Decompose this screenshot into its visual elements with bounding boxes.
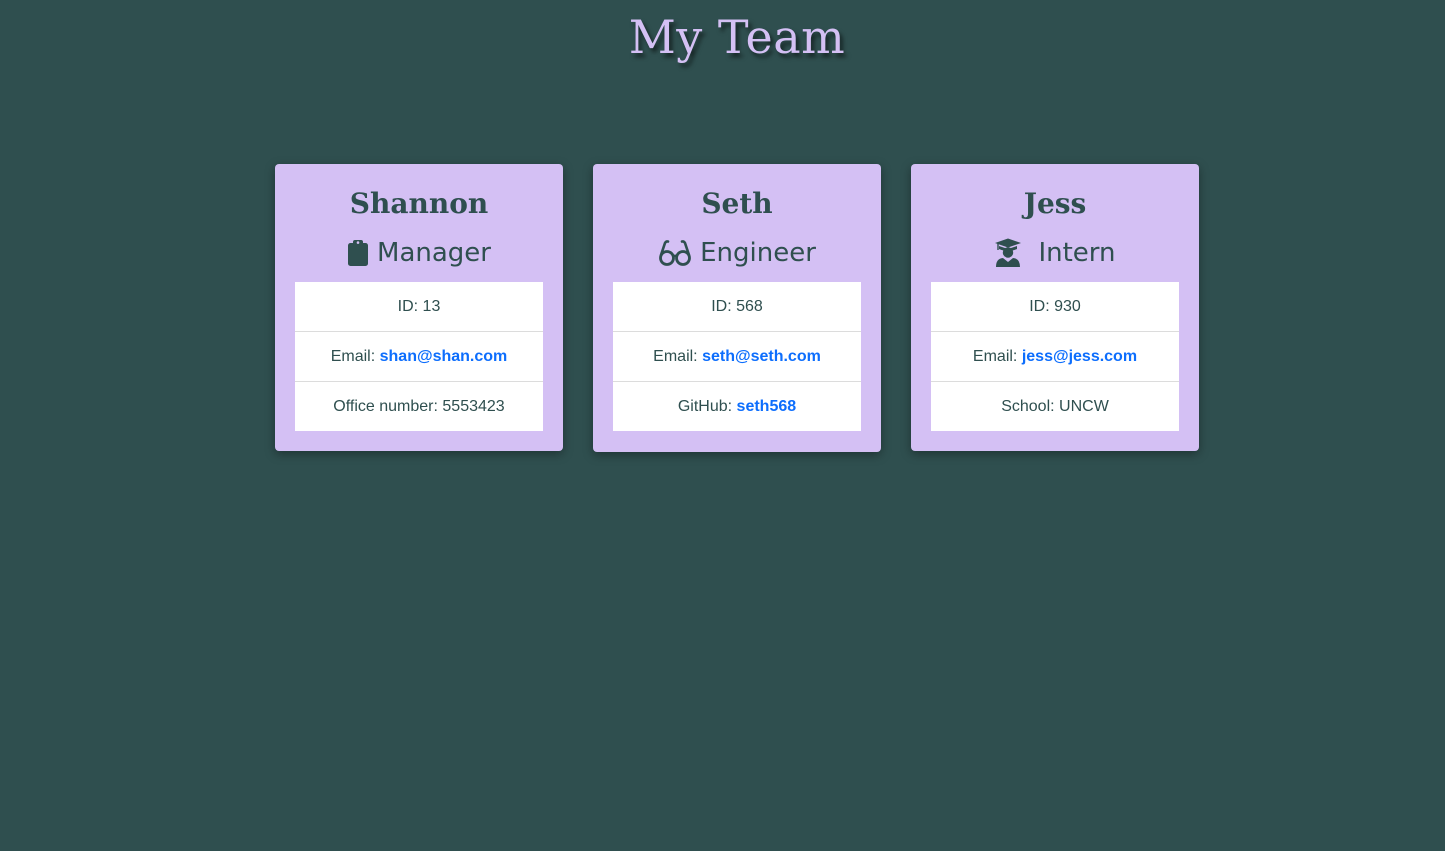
employee-role: Manager bbox=[295, 230, 543, 276]
employee-name: Seth bbox=[701, 187, 773, 220]
employee-role: Intern bbox=[931, 230, 1179, 276]
github-link[interactable]: seth568 bbox=[737, 398, 797, 415]
id-row: ID: 568 bbox=[613, 282, 861, 332]
school-value: UNCW bbox=[1059, 398, 1109, 415]
id-label: ID: bbox=[397, 298, 419, 315]
id-value: 13 bbox=[422, 298, 441, 315]
employee-role: Engineer bbox=[613, 230, 861, 276]
info-list: ID: 930 Email: jess@jess.com School: UNC… bbox=[931, 282, 1179, 431]
page-title: My Team bbox=[628, 10, 846, 64]
github-row: GitHub: seth568 bbox=[613, 382, 861, 431]
info-list: ID: 568 Email: seth@seth.com GitHub: set… bbox=[613, 282, 861, 431]
office-number-row: Office number: 5553423 bbox=[295, 382, 543, 431]
email-label: Email: bbox=[653, 348, 698, 365]
email-link[interactable]: seth@seth.com bbox=[702, 348, 821, 365]
school-row: School: UNCW bbox=[931, 382, 1179, 431]
role-label: Engineer bbox=[700, 238, 816, 268]
email-label: Email: bbox=[330, 348, 376, 365]
id-value: 930 bbox=[1054, 298, 1081, 315]
employee-name: Jess bbox=[1023, 187, 1087, 220]
email-link[interactable]: jess@jess.com bbox=[1022, 348, 1137, 365]
graduate-icon bbox=[994, 238, 1022, 268]
email-row: Email: shan@shan.com bbox=[295, 332, 543, 382]
email-link[interactable]: shan@shan.com bbox=[380, 348, 508, 365]
id-label: ID: bbox=[1029, 298, 1050, 315]
role-label: Intern bbox=[1038, 238, 1116, 268]
id-row: ID: 930 bbox=[931, 282, 1179, 332]
email-row: Email: jess@jess.com bbox=[931, 332, 1179, 382]
id-value: 568 bbox=[736, 298, 763, 315]
employee-name: Shannon bbox=[349, 187, 489, 220]
employee-card-engineer: Seth Engineer ID: 568 Email: seth@seth.c… bbox=[593, 164, 881, 452]
clipboard-icon bbox=[347, 239, 369, 267]
school-label: School: bbox=[1001, 398, 1055, 415]
office-number-value: 5553423 bbox=[442, 398, 505, 415]
github-label: GitHub: bbox=[677, 398, 733, 415]
email-label: Email: bbox=[972, 348, 1018, 365]
employee-card-intern: Jess Intern ID: 930 Email: jess@jess.com… bbox=[911, 164, 1199, 451]
office-number-label: Office number: bbox=[333, 398, 438, 415]
role-label: Manager bbox=[377, 238, 491, 268]
employee-card-manager: Shannon Manager ID: 13 Email: shan@shan.… bbox=[275, 164, 563, 451]
glasses-icon bbox=[658, 239, 692, 267]
info-list: ID: 13 Email: shan@shan.com Office numbe… bbox=[295, 282, 543, 431]
id-label: ID: bbox=[711, 298, 732, 315]
id-row: ID: 13 bbox=[295, 282, 543, 332]
email-row: Email: seth@seth.com bbox=[613, 332, 861, 382]
